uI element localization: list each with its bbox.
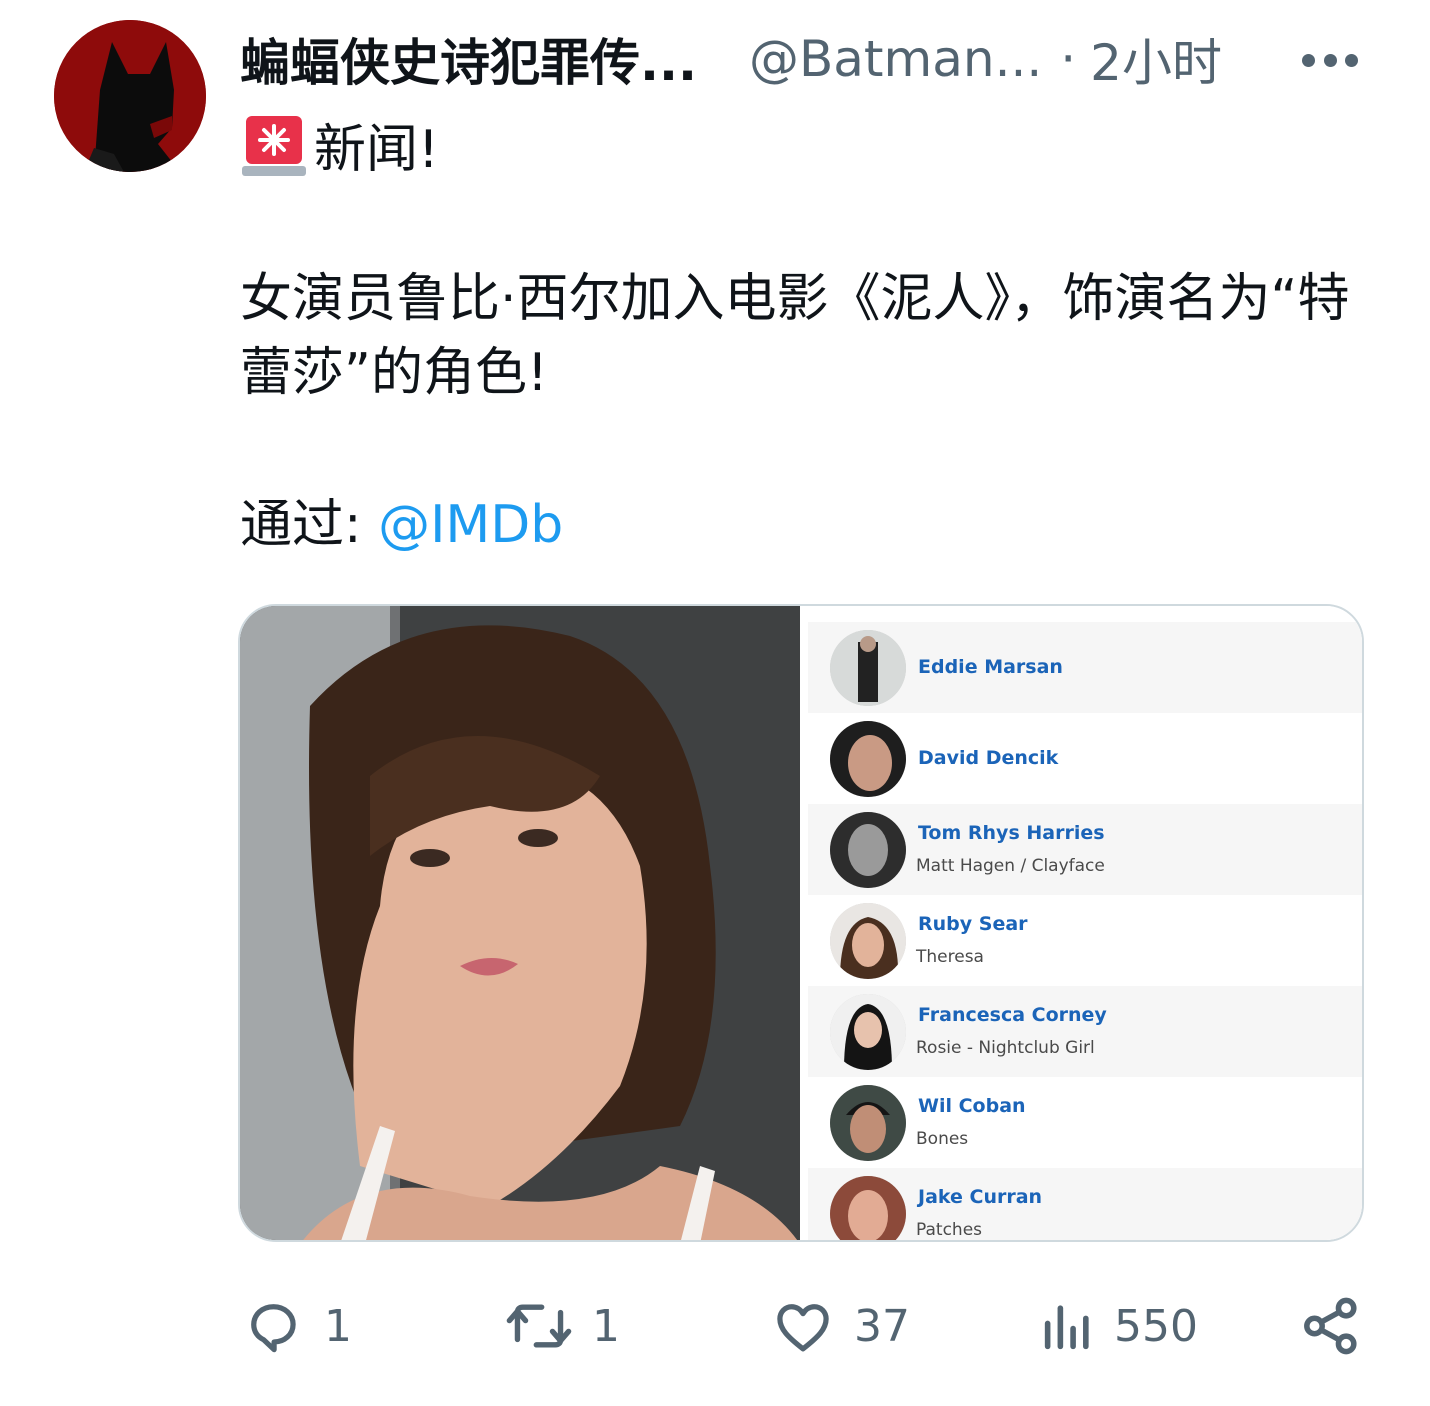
cast-name[interactable]: Wil Coban [918,1095,1026,1117]
mention-link[interactable]: @IMDb [378,495,563,555]
cast-role: Rosie - Nightclub Girl [916,1038,1095,1058]
tweet-header: 蝙蝠侠史诗犯罪传... @Batman... · 2小时 [240,22,1370,96]
retweet-button[interactable]: 1 [504,1290,620,1362]
cast-row[interactable]: Eddie Marsan [808,622,1362,713]
like-button[interactable]: 37 [770,1290,910,1362]
cast-name[interactable]: Tom Rhys Harries [918,822,1105,844]
views-icon [1044,1305,1089,1350]
action-bar: 1 1 37 550 [240,1290,1360,1362]
tweet-body: 女演员鲁比·西尔加入电影《泥人》，饰演名为“特蕾莎”的角色! [240,269,1350,403]
headline-text: 新闻! [314,119,439,180]
like-icon [777,1304,829,1352]
user-handle[interactable]: @Batman... [749,30,1042,88]
cast-avatar [830,993,906,1070]
cast-avatar [830,1175,906,1240]
via-line: 通过: @IMDb [240,488,563,562]
cast-list: Eddie Marsan David Dencik Tom Rhys Harri… [800,606,1362,1240]
cast-avatar [830,1084,906,1161]
cast-row[interactable]: Francesca Corney Rosie - Nightclub Girl [808,986,1362,1077]
like-count: 37 [854,1300,910,1352]
media-image[interactable]: Eddie Marsan David Dencik Tom Rhys Harri… [238,604,1364,1242]
cast-row[interactable]: Wil Coban Bones [808,1077,1362,1168]
share-button[interactable] [1298,1290,1364,1362]
share-icon [1304,1297,1357,1355]
cast-role: Patches [916,1220,983,1240]
cast-avatar [830,720,906,797]
cast-avatar [830,902,906,979]
reply-icon [251,1304,296,1353]
more-icon[interactable] [1302,54,1358,70]
separator-dot: · [1060,30,1077,88]
views-button[interactable]: 550 [1040,1290,1198,1362]
cast-row[interactable]: David Dencik [808,713,1362,804]
headline-line: 新闻! [240,108,439,180]
cast-name[interactable]: Jake Curran [918,1186,1042,1208]
cast-row[interactable]: Jake Curran Patches [808,1168,1362,1240]
profile-avatar[interactable] [54,20,206,172]
reply-button[interactable]: 1 [240,1290,352,1362]
timestamp[interactable]: 2小时 [1090,23,1222,95]
siren-emoji-icon [240,110,308,178]
cast-role: Bones [916,1129,969,1149]
cast-role: Matt Hagen / Clayface [916,856,1105,876]
cast-name[interactable]: Ruby Sear [918,913,1028,935]
retweet-count: 1 [592,1300,620,1352]
views-count: 550 [1114,1300,1198,1352]
display-name[interactable]: 蝙蝠侠史诗犯罪传... [240,23,697,95]
batman-silhouette-icon [54,20,206,172]
cast-row[interactable]: Ruby Sear Theresa [808,895,1362,986]
cast-name[interactable]: Eddie Marsan [918,656,1063,678]
cast-name[interactable]: Francesca Corney [918,1004,1107,1026]
cast-avatar [830,811,906,888]
actress-photo [240,606,800,1240]
cast-avatar [830,629,906,706]
cast-role: Theresa [916,947,984,967]
reply-count: 1 [324,1300,352,1352]
cast-name[interactable]: David Dencik [918,747,1058,769]
via-label: 通过: [240,495,362,555]
cast-row[interactable]: Tom Rhys Harries Matt Hagen / Clayface [808,804,1362,895]
retweet-icon [506,1304,572,1348]
